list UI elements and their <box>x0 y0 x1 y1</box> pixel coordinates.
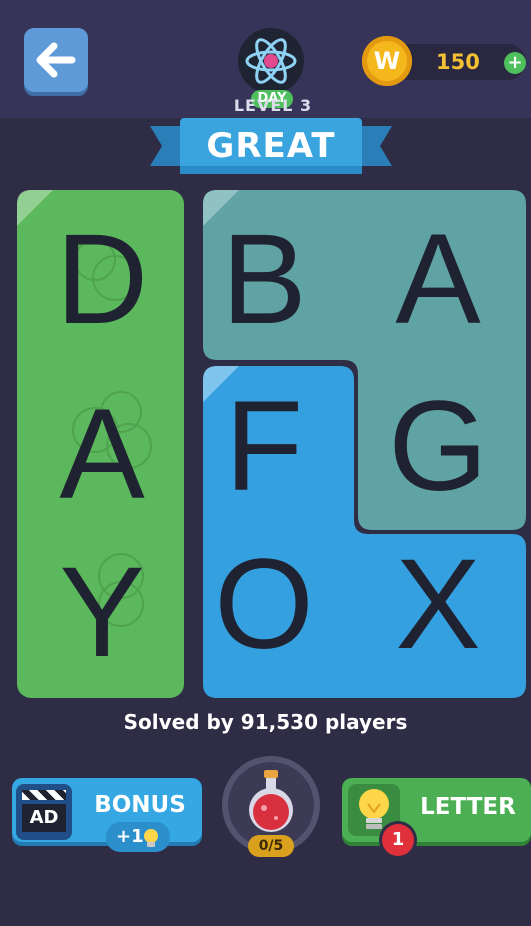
tile-letter-4[interactable]: A <box>27 380 177 530</box>
clapper-stripes <box>22 790 66 800</box>
letter-count-badge: 1 <box>382 824 414 856</box>
ad-label: AD <box>22 804 66 832</box>
tile-letter-2[interactable]: B <box>189 205 339 355</box>
potion-progress: 0/5 <box>248 835 294 857</box>
coin-w-icon: W <box>362 36 412 86</box>
letter-hint-button[interactable]: LETTER <box>342 778 531 842</box>
great-banner: GREAT <box>150 112 392 180</box>
tile-letter-9[interactable]: X <box>363 530 513 680</box>
back-button[interactable] <box>24 28 88 92</box>
letter-board: D B A A F G Y O X <box>17 190 526 698</box>
tile-letter-1[interactable]: D <box>27 205 177 355</box>
bonus-reward-text: +1 <box>116 826 144 847</box>
level-atom-badge[interactable] <box>238 28 304 94</box>
bonus-button[interactable]: AD BONUS +1 <box>12 778 202 852</box>
solved-by-text: Solved by 91,530 players <box>123 710 408 734</box>
tile-letter-6[interactable]: G <box>363 372 513 522</box>
clapperboard-icon: AD <box>16 784 72 840</box>
top-bar: DAY LEVEL 3 W 150 + <box>0 0 531 118</box>
bonus-reward-pill: +1 <box>106 822 170 852</box>
atom-icon <box>245 38 297 84</box>
coin-counter: W 150 + <box>362 36 528 86</box>
lightbulb-icon <box>144 829 158 847</box>
potion-icon <box>249 770 293 832</box>
arrow-left-icon <box>36 42 76 78</box>
letter-label: LETTER <box>420 794 516 820</box>
banner-text: GREAT <box>206 126 336 166</box>
tile-letter-7[interactable]: Y <box>27 538 177 688</box>
coin-letter: W <box>373 47 401 75</box>
bonus-label: BONUS <box>94 792 186 818</box>
tile-letter-8[interactable]: O <box>189 530 339 680</box>
tile-letter-3[interactable]: A <box>363 205 513 355</box>
add-coins-button[interactable]: + <box>504 52 526 74</box>
tile-letter-5[interactable]: F <box>189 372 339 522</box>
coin-count: 150 <box>436 50 480 74</box>
